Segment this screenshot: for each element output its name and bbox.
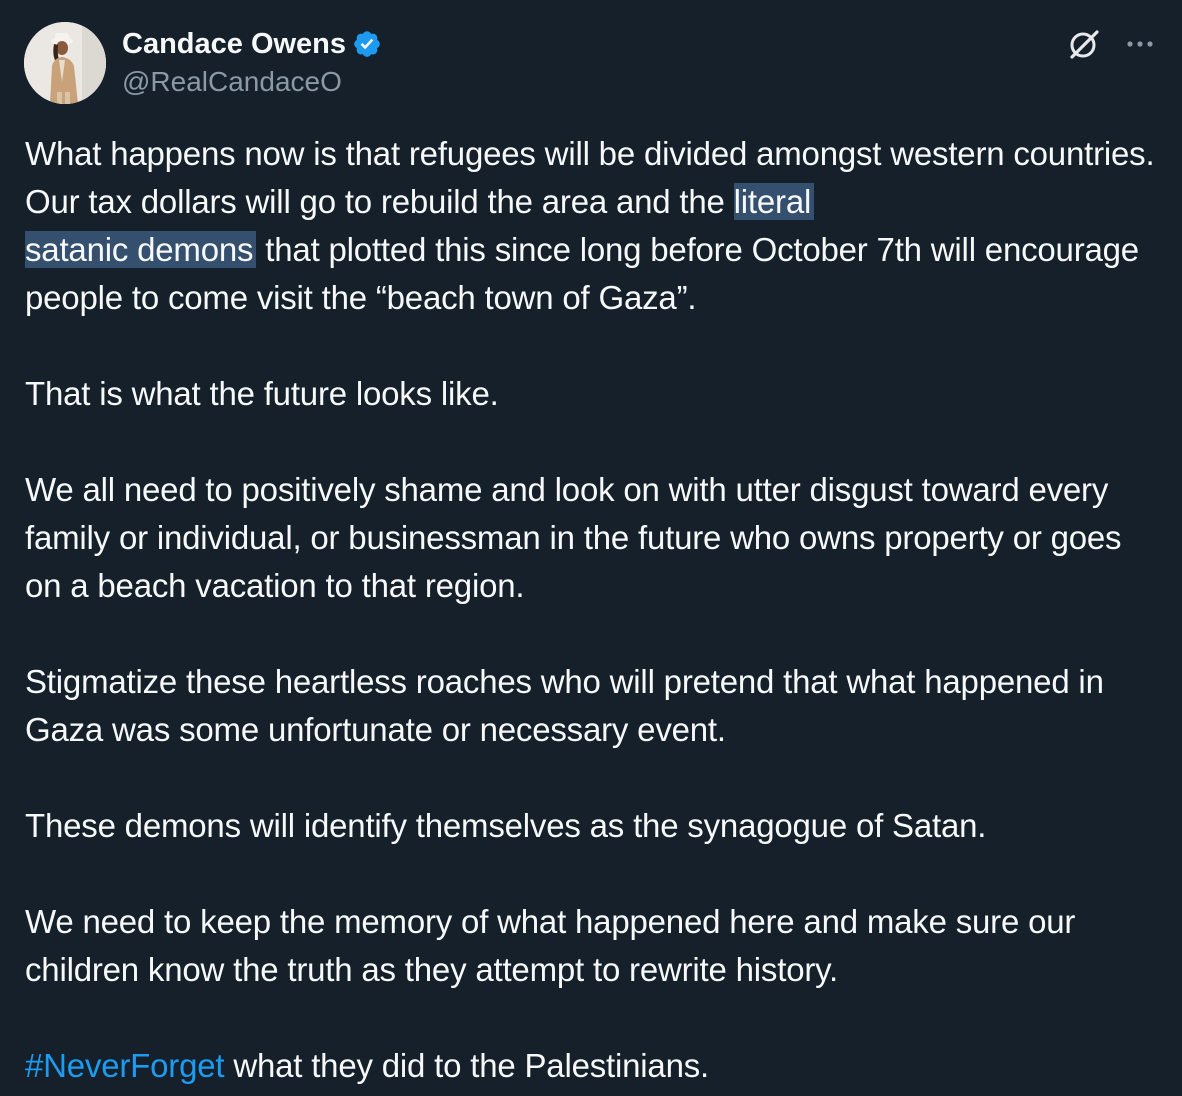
tweet-paragraph: That is what the future looks like.	[25, 375, 499, 412]
tweet-text-segment: what they did to the Palestinians.	[224, 1047, 709, 1084]
selected-text: satanic demons	[25, 231, 257, 268]
selected-text: literal	[733, 183, 815, 220]
tweet-paragraph: What happens now is that refugees will b…	[25, 130, 1165, 322]
verified-badge-icon	[352, 29, 382, 59]
tweet-paragraph: We all need to positively shame and look…	[25, 471, 1122, 604]
grok-icon[interactable]	[1066, 26, 1102, 62]
tweet-paragraph: Stigmatize these heartless roaches who w…	[25, 663, 1104, 748]
more-options-icon[interactable]	[1124, 30, 1156, 58]
tweet-paragraph: These demons will identify themselves as…	[25, 807, 987, 844]
author-handle[interactable]: @RealCandaceO	[122, 66, 342, 98]
avatar[interactable]	[24, 22, 106, 104]
hashtag-link[interactable]: #NeverForget	[25, 1047, 225, 1084]
author-name-row[interactable]: Candace Owens	[122, 27, 382, 61]
tweet-paragraph: We need to keep the memory of what happe…	[25, 903, 1076, 988]
display-name[interactable]: Candace Owens	[122, 28, 346, 61]
tweet-text-segment: What happens now is that refugees will b…	[25, 135, 1155, 220]
tweet-paragraph: #NeverForget what they did to the Palest…	[25, 1042, 1165, 1090]
tweet-card: Candace Owens @RealCandaceO What happens…	[0, 0, 1182, 1096]
tweet-text: What happens now is that refugees will b…	[25, 130, 1165, 1090]
